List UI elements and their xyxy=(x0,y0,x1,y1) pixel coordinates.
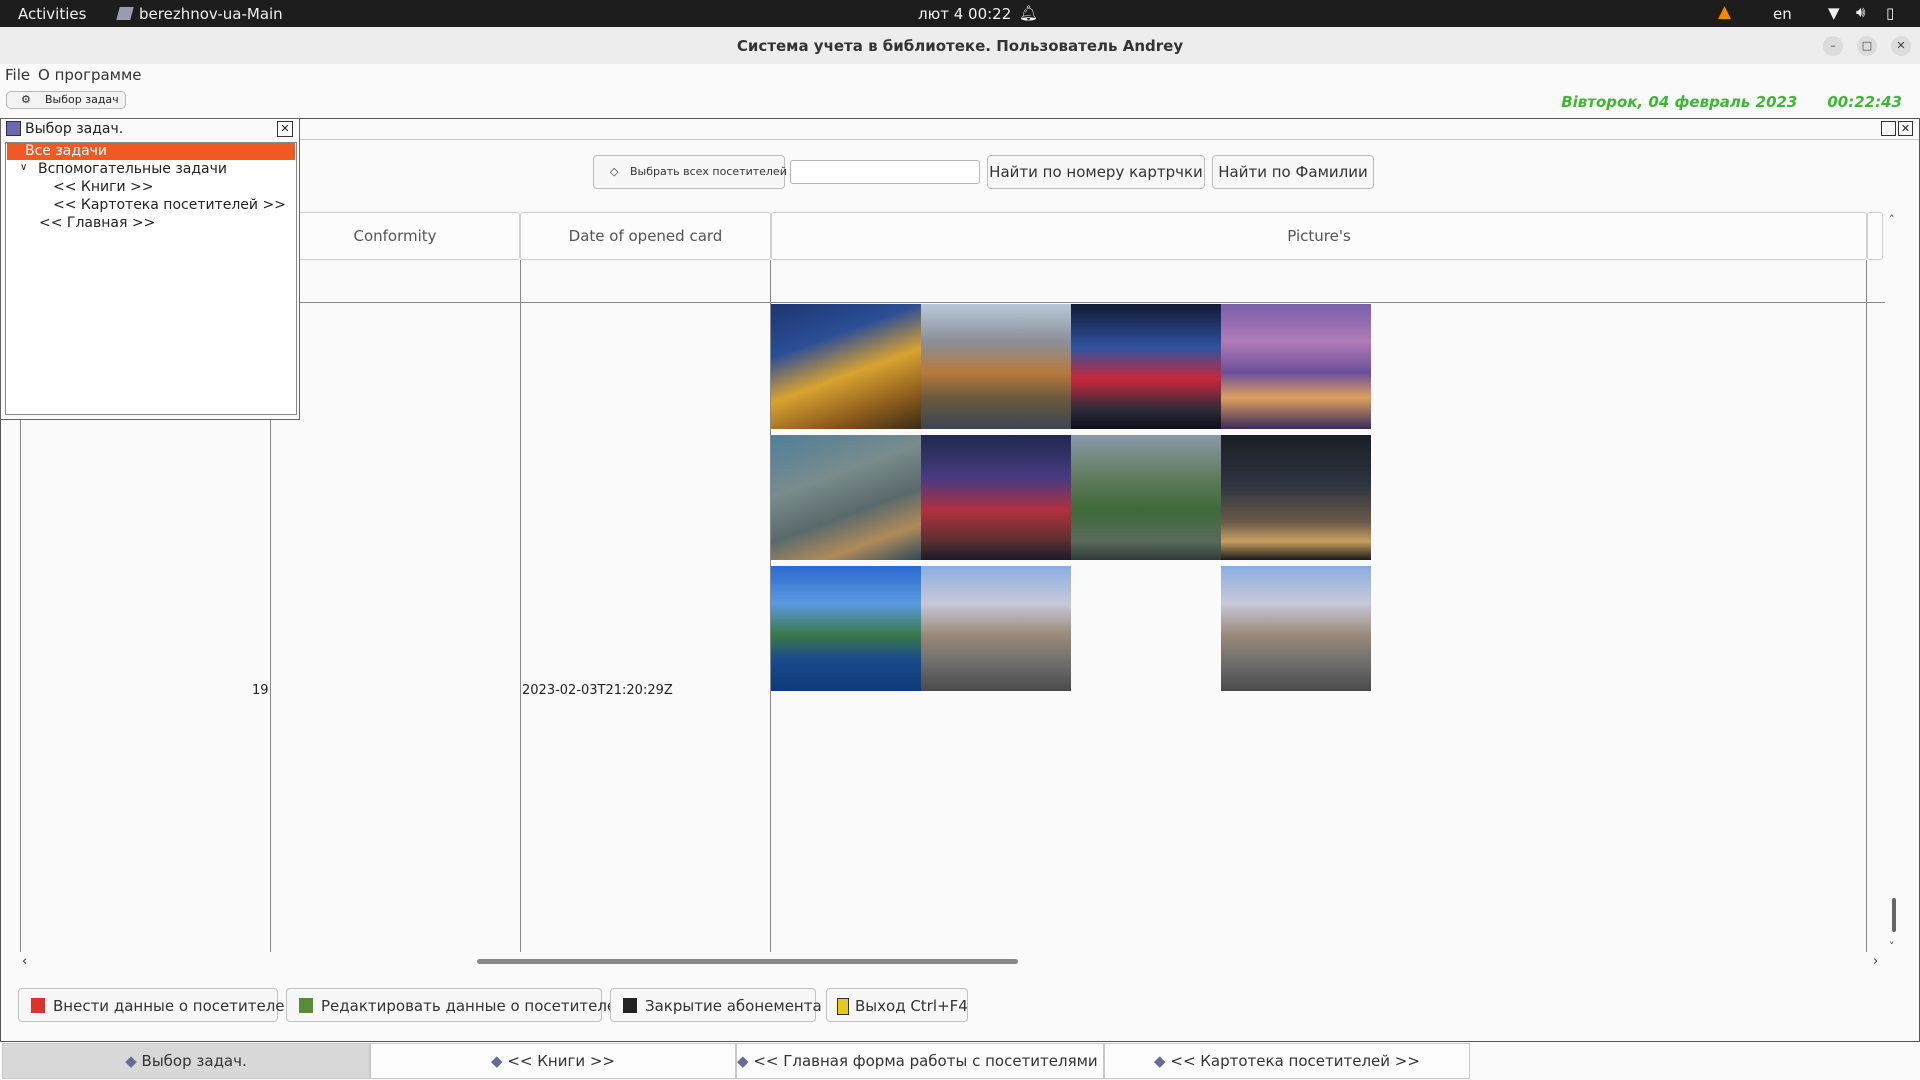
find-by-surname-button[interactable]: Найти по Фамилии xyxy=(1212,155,1374,189)
date-text: Вівторок, 04 февраль 2023 xyxy=(1561,93,1798,111)
picture-thumbnail[interactable] xyxy=(771,566,921,691)
time-text: 00:22:43 xyxy=(1827,93,1902,111)
picture-thumbnail[interactable] xyxy=(921,435,1071,560)
picture-thumbnail[interactable] xyxy=(1221,304,1371,429)
menu-about[interactable]: О программе xyxy=(38,66,142,84)
picture-thumbnail[interactable] xyxy=(921,566,1071,691)
tree-item-books[interactable]: << Книги >> xyxy=(53,179,153,195)
maximize-button[interactable]: □ xyxy=(1857,36,1877,56)
scroll-down-arrow[interactable]: ˅ xyxy=(1889,940,1895,953)
tab-books-label: << Книги >> xyxy=(507,1052,615,1070)
chevron-down-icon[interactable]: ∨ xyxy=(20,162,27,173)
gear-icon: ⚙ xyxy=(21,93,31,106)
edit-visitor-button[interactable]: Редактировать данные о посетителе xyxy=(286,988,616,1022)
book-icon: ◆ xyxy=(491,1052,503,1070)
search-input[interactable] xyxy=(790,160,980,184)
select-all-visitors-label: Выбрать всех посетителей xyxy=(630,165,787,178)
book-icon: ◆ xyxy=(737,1052,749,1070)
edit-visitor-icon xyxy=(299,998,313,1013)
date-time: Вівторок, 04 февраль 2023 00:22:43 xyxy=(1561,93,1902,111)
tree-item-visitor-cards[interactable]: << Картотека посетителей >> xyxy=(53,197,286,213)
volume-icon[interactable]: 🔊︎ xyxy=(1856,3,1865,21)
column-header-extra[interactable] xyxy=(1867,212,1883,260)
grid-line xyxy=(1866,260,1867,952)
window-title: Система учета в библиотеке. Пользователь… xyxy=(736,37,1184,55)
app-name[interactable]: berezhnov-ua-Main xyxy=(139,5,283,23)
system-top-bar: Activities berezhnov-ua-Main лют 4 00:22… xyxy=(0,0,1920,27)
task-panel-title: Выбор задач. xyxy=(25,121,124,137)
column-header-pictures[interactable]: Picture's xyxy=(771,212,1867,260)
task-select-button[interactable]: ⚙ Выбор задач xyxy=(6,91,126,109)
row-date-cell[interactable]: 2023-02-03T21:20:29Z xyxy=(522,683,673,698)
close-subscription-button[interactable]: Закрытие абонемента xyxy=(610,988,822,1022)
task-select-label: Выбор задач xyxy=(45,93,119,106)
task-panel: Выбор задач. ✕ Все задачи ∨ Вспомогатель… xyxy=(0,118,300,420)
column-header-date[interactable]: Date of opened card xyxy=(520,212,771,260)
keyboard-layout[interactable]: en xyxy=(1773,5,1792,23)
find-by-card-button[interactable]: Найти по номеру картрчки xyxy=(987,155,1205,189)
window-titlebar: Система учета в библиотеке. Пользователь… xyxy=(0,27,1920,65)
app-icon xyxy=(116,7,134,20)
battery-icon[interactable]: ▯ xyxy=(1886,4,1894,22)
toolbar: ⚙ Выбор задач Вівторок, 04 февраль 2023 0… xyxy=(0,86,1920,119)
tab-task-select-label: Выбор задач. xyxy=(141,1052,247,1070)
tab-main-visitors[interactable]: ◆ << Главная форма работы с посетителями… xyxy=(736,1043,1128,1079)
picture-thumbnail[interactable] xyxy=(771,304,921,429)
activities-button[interactable]: Activities xyxy=(18,5,86,23)
book-icon: ◆ xyxy=(1154,1052,1166,1070)
picture-thumbnail[interactable] xyxy=(771,435,921,560)
exit-label: Выход Ctrl+F4 xyxy=(855,997,968,1015)
subwindow-close-button[interactable]: ✕ xyxy=(1898,121,1913,136)
tab-visitor-cards[interactable]: ◆ << Картотека посетителей >> xyxy=(1104,1043,1470,1079)
exit-button[interactable]: Выход Ctrl+F4 xyxy=(826,988,968,1022)
vlc-cone-icon[interactable]: ▲ xyxy=(1718,2,1731,22)
task-tree: Все задачи ∨ Вспомогательные задачи << К… xyxy=(5,142,297,415)
picture-thumbnail[interactable] xyxy=(1221,566,1371,691)
bell-icon[interactable]: 🔔︎ xyxy=(1019,4,1038,22)
picture-thumbnail[interactable] xyxy=(1221,435,1371,560)
grid-line xyxy=(520,260,521,952)
close-button[interactable]: ✕ xyxy=(1891,36,1911,56)
scroll-right-arrow[interactable]: › xyxy=(1873,954,1878,969)
vertical-scrollbar-thumb[interactable] xyxy=(1892,898,1896,932)
tab-books[interactable]: ◆ << Книги >> xyxy=(370,1043,736,1079)
task-panel-close-button[interactable]: ✕ xyxy=(277,121,293,137)
clock[interactable]: лют 4 00:22 xyxy=(918,5,1011,23)
scroll-left-arrow[interactable]: ‹ xyxy=(22,954,27,969)
add-visitor-icon xyxy=(31,998,45,1013)
minimize-button[interactable]: – xyxy=(1823,36,1843,56)
tab-visitor-cards-label: << Картотека посетителей >> xyxy=(1170,1052,1420,1070)
picture-thumbnail[interactable] xyxy=(921,304,1071,429)
menu-bar: File О программе xyxy=(0,64,1920,86)
tree-item-all-tasks[interactable]: Все задачи xyxy=(7,143,295,160)
add-visitor-label: Внести данные о посетителе xyxy=(53,997,285,1015)
add-visitor-button[interactable]: Внести данные о посетителе xyxy=(18,988,285,1022)
row-id-cell[interactable]: 19 xyxy=(252,683,269,698)
close-subscription-label: Закрытие абонемента xyxy=(645,997,822,1015)
exit-icon xyxy=(837,998,849,1015)
horizontal-scrollbar-thumb[interactable] xyxy=(477,959,1018,964)
picture-thumbnail[interactable] xyxy=(1071,435,1221,560)
scroll-up-arrow[interactable]: ˄ xyxy=(1889,213,1895,226)
select-all-visitors-button[interactable]: ◇ Выбрать всех посетителей xyxy=(593,155,787,189)
picture-thumbnail[interactable] xyxy=(1071,304,1221,429)
column-header-conformity[interactable]: Conformity xyxy=(270,212,520,260)
edit-visitor-label: Редактировать данные о посетителе xyxy=(321,997,617,1015)
menu-file[interactable]: File xyxy=(5,66,30,84)
book-icon: ◆ xyxy=(125,1052,137,1070)
panel-icon xyxy=(6,121,21,136)
tag-icon: ◇ xyxy=(610,165,619,178)
tab-task-select[interactable]: ◆ Выбор задач. xyxy=(2,1043,370,1079)
tree-item-aux-tasks[interactable]: Вспомогательные задачи xyxy=(38,161,227,177)
subwindow-restore-button[interactable] xyxy=(1881,121,1896,136)
wifi-icon[interactable]: ▼ xyxy=(1828,4,1840,22)
tree-item-main[interactable]: << Главная >> xyxy=(39,215,155,231)
trash-icon xyxy=(623,998,637,1013)
tab-main-visitors-label: << Главная форма работы с посетителями >… xyxy=(753,1052,1128,1070)
